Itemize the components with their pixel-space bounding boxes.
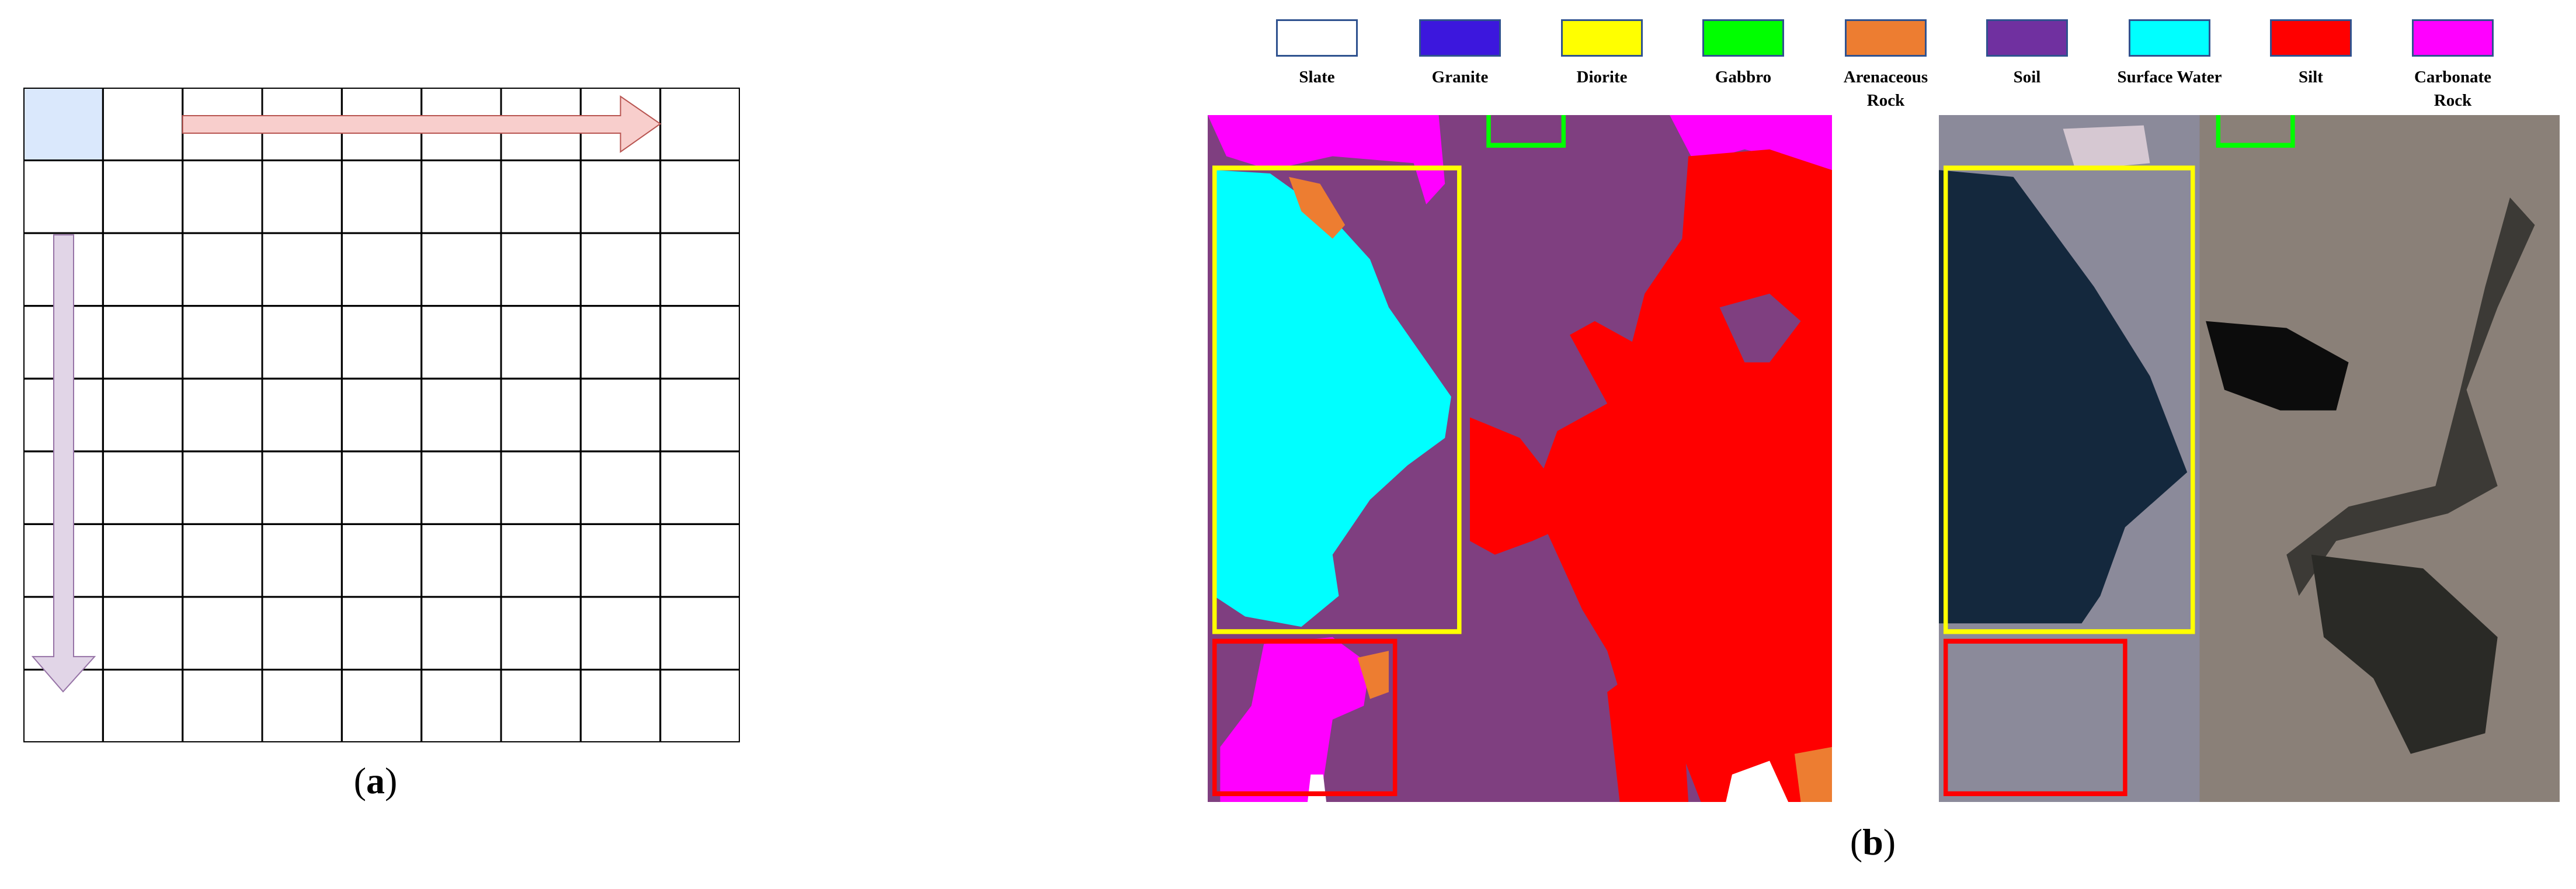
grid-cell [102,305,184,380]
grid-cell [182,377,263,453]
grid-cell [261,159,343,234]
scan-grid-diagram [23,88,740,742]
grid-cell [659,88,740,162]
legend-swatch [1986,19,2068,57]
legend-swatch [2412,19,2494,57]
grid-cell [261,596,343,671]
satellite-image [1939,115,2560,802]
legend-swatch [2270,19,2352,57]
grid-cell [659,596,740,671]
grid-cell [261,377,343,453]
grid-cell [579,232,662,307]
grid-border [23,88,740,742]
legend-swatch [1702,19,1784,57]
grid-cell [500,159,582,234]
caption-a: (a) [353,760,398,801]
grid-cell [182,305,263,380]
legend-swatch [1845,19,1927,57]
grid-cell [182,523,263,598]
arenaceous-region [1794,746,1832,802]
grid-cell [182,232,263,307]
grid-cell [420,232,502,307]
grid-cell [579,377,662,453]
grid-cell [340,523,423,598]
grid-cell [500,668,582,742]
grid-cell [102,450,184,525]
grid-cell [659,450,740,525]
legend-swatch [1276,19,1358,57]
grid-cell [579,305,662,380]
grid-cell [420,305,502,380]
grid-cell [102,377,184,453]
grid-cell [659,377,740,453]
grid-cell [182,596,263,671]
grid-cell [659,305,740,380]
grid-cell [420,523,502,598]
grid-cell [23,159,104,234]
grid-cell [261,450,343,525]
grid-cell [182,668,263,742]
grid-cell [102,596,184,671]
caption-b: (b) [1850,821,1896,863]
grid-cell [102,668,184,742]
legend-label: Granite [1431,68,1489,86]
grid-cell [579,668,662,742]
grid-cell [420,159,502,234]
classification-map [1208,115,1832,802]
legend-label: Silt [2299,68,2323,86]
grid-cell [340,159,423,234]
legend-label: Slate [1299,68,1335,86]
grid-cell [579,450,662,525]
grid-cell [102,159,184,234]
grid-cell [182,450,263,525]
grid-cell [340,377,423,453]
grid-cell [500,523,582,598]
grid-cell [261,668,343,742]
grid-cell [340,232,423,307]
grid-cell [420,668,502,742]
grid-cell [579,596,662,671]
grid-cell [500,450,582,525]
legend-swatch [1419,19,1501,57]
grid-cell [659,523,740,598]
grid-cell [102,523,184,598]
grid-cell [340,450,423,525]
slate-region [1308,774,1327,802]
legend-swatch [1561,19,1643,57]
grid-cell [420,596,502,671]
grid-cell [261,232,343,307]
grid-cell [500,232,582,307]
grid-cell [340,596,423,671]
legend-swatch [2129,19,2210,57]
grid-cell [659,668,740,742]
down-arrow-icon [31,234,96,693]
legend-label: Carbonate Rock [2414,68,2492,110]
grid-cell [579,523,662,598]
grid-cell [261,523,343,598]
legend-label: Gabbro [1715,68,1772,86]
grid-cell [340,668,423,742]
grid-cell [420,450,502,525]
legend-label: Diorite [1576,68,1628,86]
grid-cell [261,305,343,380]
grid-cell [340,305,423,380]
grid-cell [102,88,184,162]
grid-cell [659,159,740,234]
grid-cell [420,377,502,453]
salt-flat [2063,125,2150,171]
grid-cell [500,305,582,380]
legend-label: Soil [2013,68,2041,86]
grid-cell [182,159,263,234]
legend-label: Surface Water [2117,68,2222,86]
grid-cell [659,232,740,307]
grid-cell [579,159,662,234]
legend-label: Arenaceous Rock [1843,68,1928,110]
grid-cell [500,596,582,671]
grid-cell [500,377,582,453]
highlighted-start-cell [23,88,104,162]
grid-cell [102,232,184,307]
